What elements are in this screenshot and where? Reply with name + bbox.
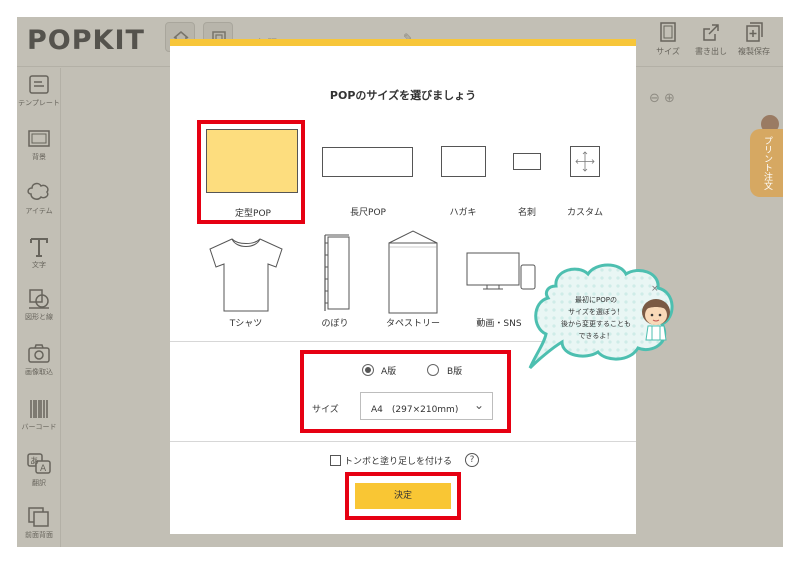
crop-marks-checkbox[interactable] (330, 455, 341, 466)
guide-line: できるよ！ (578, 332, 614, 340)
export-icon (703, 24, 719, 41)
toolbar-export-button[interactable]: 書き出し (689, 21, 733, 57)
highlight-standard-pop (197, 120, 305, 224)
option-label: のぼり (321, 319, 349, 329)
option-long-pop[interactable]: 長尺POP (320, 129, 416, 219)
tapestry-icon (388, 230, 438, 314)
sidebar-item-layer[interactable]: 前面背面 (17, 506, 61, 540)
long-pop-shape-icon (322, 147, 413, 177)
dialog-title: POPのサイズを選びましょう (329, 89, 477, 102)
highlight-size-settings (300, 350, 511, 433)
zoom-controls-icon[interactable]: ⊖ ⊕ (649, 91, 675, 106)
option-tshirt[interactable]: Tシャツ (200, 231, 292, 331)
sidebar-item-item[interactable]: アイテム (17, 180, 61, 216)
sidebar-label: 翻訳 (32, 479, 46, 487)
guide-close-icon[interactable]: × (651, 284, 659, 294)
sidebar-label: テンプレート (18, 99, 60, 107)
toolbar-size-label: サイズ (656, 47, 680, 56)
sidebar-label: 前面背面 (25, 531, 53, 539)
custom-shape-icon (570, 146, 600, 177)
option-label: 長尺POP (350, 208, 386, 218)
option-tapestry[interactable]: タペストリー (375, 227, 451, 331)
layer-order-icon (28, 507, 49, 527)
size-icon (660, 22, 676, 42)
guide-line: 後から変更することも (561, 320, 631, 328)
toolbar-export-label: 書き出し (695, 47, 727, 56)
sidebar-label: 画像取込 (25, 368, 53, 376)
option-postcard[interactable]: ハガキ (438, 129, 488, 219)
crop-marks-label: トンボと塗り足しを付ける (344, 457, 453, 467)
guide-line: 最初にPOPの (575, 296, 617, 304)
postcard-shape-icon (441, 146, 486, 177)
sidebar-item-barcode[interactable]: バーコード (17, 398, 61, 432)
nobori-flag-icon (324, 234, 350, 311)
toolbar-size-button[interactable]: サイズ (646, 21, 690, 57)
barcode-icon (30, 400, 48, 418)
option-label: ハガキ (449, 208, 477, 218)
text-icon (30, 238, 48, 257)
sidebar-label: アイテム (25, 207, 53, 215)
guide-character-icon (642, 299, 670, 341)
translate-icon: あA (27, 453, 51, 474)
help-icon[interactable]: ? (465, 453, 479, 467)
option-label: 名刺 (517, 208, 536, 218)
dialog-accent-bar (170, 39, 636, 46)
option-label: Tシャツ (229, 319, 263, 329)
sidebar-label: 文字 (32, 261, 46, 269)
guide-message: 最初にPOPの サイズを選ぼう！ 後から変更することも できるよ！ (556, 294, 636, 342)
option-label: カスタム (566, 208, 603, 218)
option-custom[interactable]: カスタム (560, 129, 610, 219)
sidebar-item-image[interactable]: 画像取込 (17, 343, 61, 377)
toolbar-duplicate-label: 複製保存 (738, 47, 770, 56)
sidebar-item-text[interactable]: 文字 (17, 236, 61, 270)
business-card-shape-icon (513, 153, 541, 170)
option-nobori-flag[interactable]: のぼり (310, 231, 360, 331)
option-business-card[interactable]: 名刺 (505, 129, 549, 219)
background-icon (28, 130, 50, 147)
sidebar-item-template[interactable]: テンプレート (17, 74, 61, 108)
app-logo: POPKIT (27, 25, 145, 56)
divider (170, 441, 636, 442)
print-order-tab[interactable]: プリント注文 (750, 129, 783, 197)
image-import-icon (28, 344, 50, 363)
sidebar-item-shape[interactable]: 図形と線 (17, 288, 61, 322)
sidebar-label: 背景 (32, 153, 46, 161)
shape-line-icon (29, 289, 49, 309)
svg-text:A: A (40, 464, 47, 474)
highlight-ok-button (345, 472, 461, 520)
sidebar-label: バーコード (21, 423, 57, 431)
guide-line: サイズを選ぼう！ (568, 308, 624, 316)
sidebar-label: 図形と線 (25, 313, 53, 321)
template-icon (29, 75, 49, 94)
tshirt-icon (209, 238, 283, 312)
svg-text:あ: あ (30, 456, 39, 467)
duplicate-save-icon (746, 22, 763, 42)
left-sidebar: テンプレート 背景 アイテム 文字 図形と線 画像取込 バーコード あA 翻訳 (17, 68, 61, 547)
option-label: タペストリー (385, 319, 440, 329)
sidebar-item-background[interactable]: 背景 (17, 128, 61, 162)
sidebar-item-translate[interactable]: あA 翻訳 (17, 452, 61, 488)
item-icon (27, 182, 49, 200)
guide-speech-bubble: 最初にPOPの サイズを選ぼう！ 後から変更することも できるよ！ × (526, 258, 686, 378)
custom-arrows-icon (575, 151, 595, 172)
toolbar-duplicate-button[interactable]: 複製保存 (732, 21, 776, 57)
